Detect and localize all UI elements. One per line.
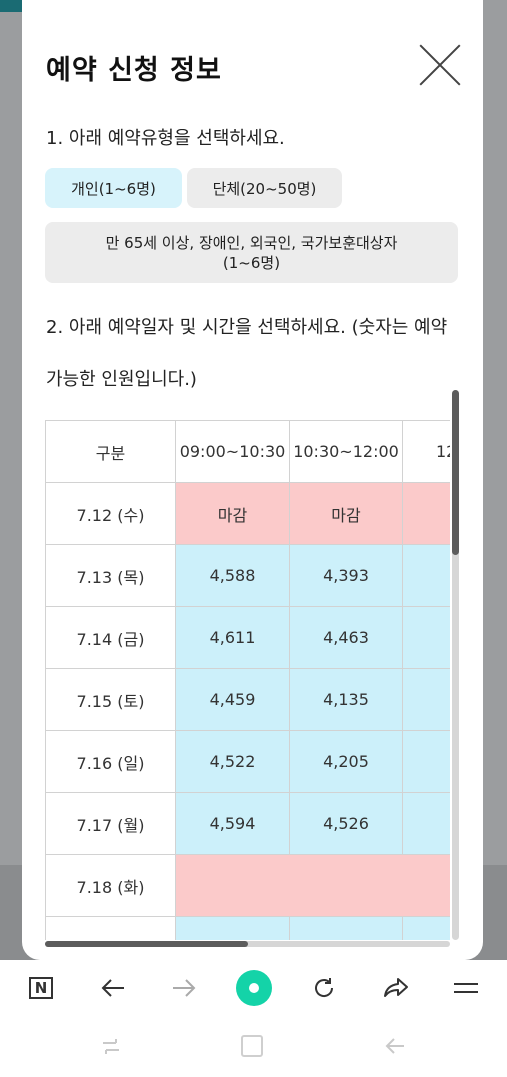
closed-day-cell bbox=[175, 854, 450, 917]
step1-instruction: 1. 아래 예약유형을 선택하세요. bbox=[46, 128, 285, 149]
slot-available-cell[interactable]: 4,393 bbox=[289, 544, 403, 607]
share-icon[interactable] bbox=[378, 970, 414, 1006]
close-icon[interactable] bbox=[417, 42, 463, 88]
type-special-sublabel: (1~6명) bbox=[222, 253, 281, 272]
reservation-modal: 예약 신청 정보 1. 아래 예약유형을 선택하세요. 개인(1~6명) 단체(… bbox=[22, 0, 483, 960]
back-arrow-icon[interactable] bbox=[95, 970, 131, 1006]
table-row: 7.16 (일)4,5224,2054, bbox=[45, 730, 450, 793]
slot-available-cell[interactable]: 4, bbox=[402, 544, 450, 607]
table-row: 7.14 (금)4,6114,4634, bbox=[45, 606, 450, 669]
row-date bbox=[45, 916, 176, 940]
slot-available-cell[interactable]: 4,611 bbox=[175, 606, 290, 669]
row-date: 7.13 (목) bbox=[45, 544, 176, 607]
schedule-table-container[interactable]: 구분 09:00~10:30 10:30~12:00 12:00 7.12 (수… bbox=[45, 420, 450, 940]
slot-available-cell[interactable]: 4,459 bbox=[175, 668, 290, 731]
slot-available-cell[interactable]: 4,463 bbox=[289, 606, 403, 669]
column-header: 12:00 bbox=[402, 420, 450, 483]
column-header: 09:00~10:30 bbox=[175, 420, 290, 483]
slot-available-cell[interactable]: 4,594 bbox=[175, 792, 290, 855]
system-navigation-bar bbox=[0, 1015, 507, 1077]
slot-available-cell[interactable]: 4,205 bbox=[289, 730, 403, 793]
back-icon[interactable] bbox=[380, 1033, 410, 1059]
slot-available-cell[interactable]: 4, bbox=[402, 668, 450, 731]
row-date: 7.15 (토) bbox=[45, 668, 176, 731]
slot-available-cell[interactable]: 4, bbox=[402, 792, 450, 855]
browser-toolbar: N bbox=[0, 960, 507, 1015]
type-group-button[interactable]: 단체(20~50명) bbox=[187, 168, 342, 208]
slot-available-cell[interactable] bbox=[175, 916, 290, 940]
refresh-icon[interactable] bbox=[306, 970, 342, 1006]
slot-closed-cell: 마감 bbox=[289, 482, 403, 545]
row-date: 7.14 (금) bbox=[45, 606, 176, 669]
background-accent bbox=[0, 0, 22, 12]
row-date: 7.16 (일) bbox=[45, 730, 176, 793]
home-square-icon[interactable] bbox=[237, 1033, 267, 1059]
column-header: 구분 bbox=[45, 420, 176, 483]
vertical-scrollbar-thumb[interactable] bbox=[452, 390, 459, 555]
slot-available-cell[interactable]: 4,135 bbox=[289, 668, 403, 731]
row-date: 7.12 (수) bbox=[45, 482, 176, 545]
table-row: 7.17 (월)4,5944,5264, bbox=[45, 792, 450, 855]
slot-closed-cell: 마 bbox=[402, 482, 450, 545]
slot-available-cell[interactable]: 4,526 bbox=[289, 792, 403, 855]
slot-available-cell[interactable] bbox=[289, 916, 403, 940]
table-row: 7.15 (토)4,4594,1354, bbox=[45, 668, 450, 731]
recent-apps-icon[interactable] bbox=[96, 1033, 126, 1059]
menu-icon[interactable] bbox=[448, 970, 484, 1006]
slot-available-cell[interactable]: 4, bbox=[402, 730, 450, 793]
modal-title: 예약 신청 정보 bbox=[46, 55, 222, 86]
table-row: 7.12 (수)마감마감마 bbox=[45, 482, 450, 545]
step2-instruction: 2. 아래 예약일자 및 시간을 선택하세요. (숫자는 예약 가능한 인원입니… bbox=[46, 317, 448, 390]
slot-available-cell[interactable]: 4,522 bbox=[175, 730, 290, 793]
row-date: 7.18 (화) bbox=[45, 854, 176, 917]
horizontal-scrollbar-thumb[interactable] bbox=[45, 941, 248, 947]
slot-available-cell[interactable]: 4,588 bbox=[175, 544, 290, 607]
row-date: 7.17 (월) bbox=[45, 792, 176, 855]
table-row: 7.13 (목)4,5884,3934, bbox=[45, 544, 450, 607]
forward-arrow-icon[interactable] bbox=[166, 970, 202, 1006]
slot-available-cell[interactable] bbox=[402, 916, 450, 940]
slot-closed-cell: 마감 bbox=[175, 482, 290, 545]
table-row: 7.18 (화) bbox=[45, 854, 450, 917]
type-personal-button[interactable]: 개인(1~6명) bbox=[45, 168, 182, 208]
green-home-icon[interactable] bbox=[236, 970, 272, 1006]
table-row bbox=[45, 916, 450, 940]
slot-available-cell[interactable]: 4, bbox=[402, 606, 450, 669]
column-header: 10:30~12:00 bbox=[289, 420, 403, 483]
table-header-row: 구분 09:00~10:30 10:30~12:00 12:00 bbox=[45, 420, 450, 483]
type-special-button[interactable]: 만 65세 이상, 장애인, 외국인, 국가보훈대상자 (1~6명) bbox=[45, 222, 458, 283]
schedule-table: 구분 09:00~10:30 10:30~12:00 12:00 7.12 (수… bbox=[45, 420, 450, 940]
naver-n-icon[interactable]: N bbox=[23, 970, 59, 1006]
type-special-label: 만 65세 이상, 장애인, 외국인, 국가보훈대상자 bbox=[105, 233, 398, 252]
